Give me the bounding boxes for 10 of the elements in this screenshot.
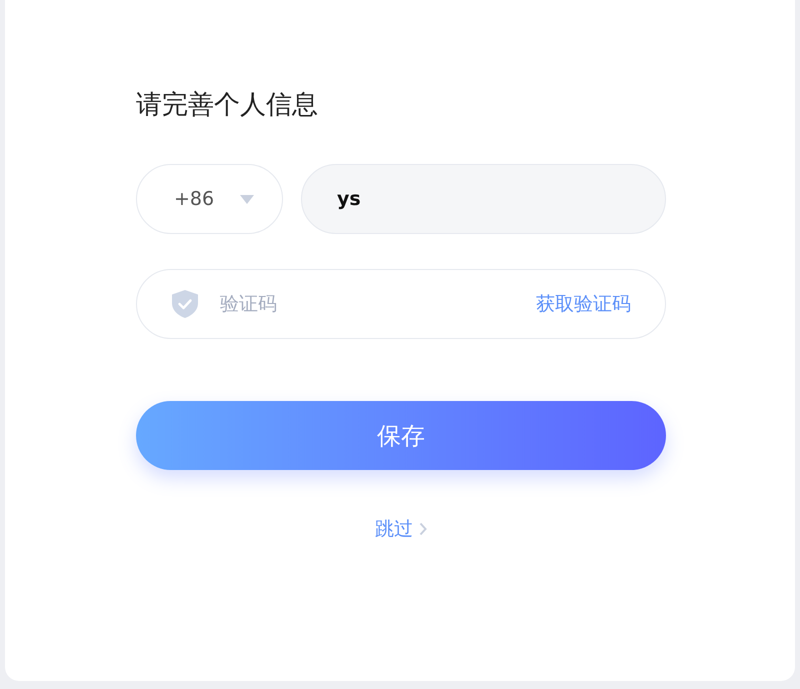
verification-code-field[interactable]: 验证码 获取验证码 xyxy=(136,269,666,339)
skip-link[interactable]: 跳过 xyxy=(375,516,413,542)
shield-check-icon xyxy=(172,290,198,318)
form-title: 请完善个人信息 xyxy=(136,89,319,122)
caret-icon xyxy=(240,194,254,204)
country-code-select[interactable]: +86 xyxy=(136,164,283,234)
save-button[interactable]: 保存 xyxy=(136,401,666,470)
get-code-link[interactable]: 获取验证码 xyxy=(536,291,631,317)
chevron-right-icon xyxy=(419,522,427,536)
phone-input[interactable]: ys xyxy=(301,164,666,234)
